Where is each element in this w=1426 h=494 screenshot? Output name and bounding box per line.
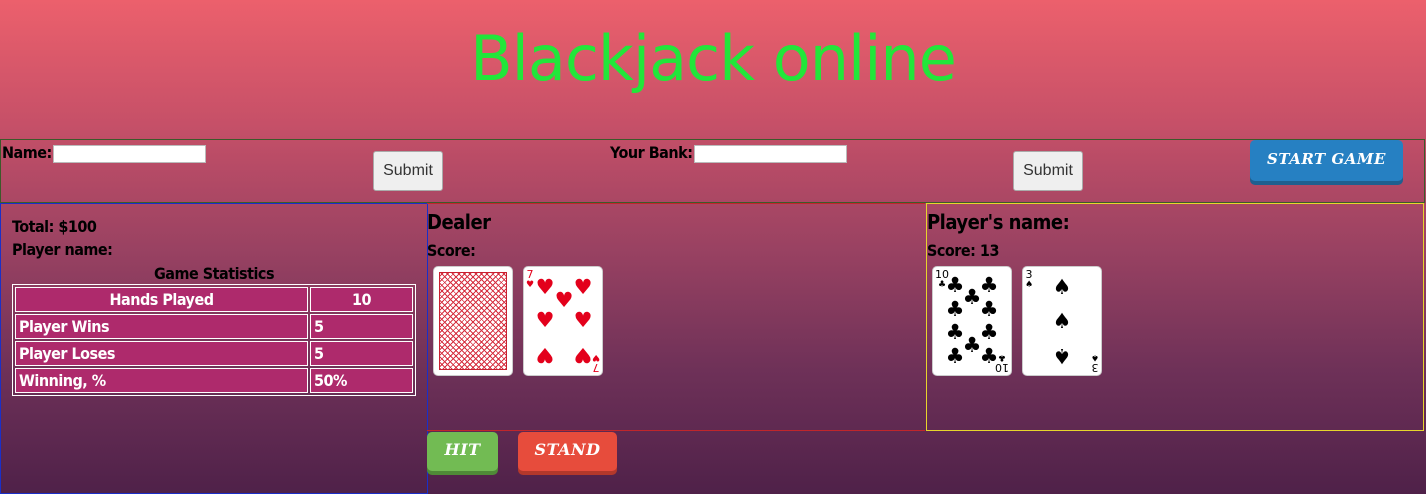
stat-value: 5 [310, 314, 413, 339]
card-rank: 3 [1091, 361, 1099, 374]
hearts-icon: ♥ [591, 352, 600, 362]
bank-label: Your Bank: [610, 143, 693, 162]
stat-value: 5 [310, 341, 413, 366]
dealer-card-face-down [433, 266, 513, 376]
bank-total: Total: $100 [12, 217, 97, 236]
clubs-icon: ♣ [945, 297, 965, 321]
spades-icon: ♠ [1052, 275, 1072, 299]
player-title: Player's name: [927, 210, 1070, 234]
player-score: Score: 13 [927, 241, 999, 260]
statistics-panel: Total: $100 Player name: Game Statistics… [0, 203, 428, 494]
player-card-ten-clubs: 10 ♣ ♣ ♣ ♣ ♣ ♣ ♣ ♣ ♣ ♣ ♣ 10 ♣ [932, 266, 1012, 376]
clubs-icon: ♣ [979, 297, 999, 321]
name-submit-button[interactable]: Submit [373, 151, 443, 191]
player-card-three-spades: 3 ♠ ♠ ♠ ♠ 3 ♠ [1022, 266, 1102, 376]
statistics-table: Hands Played 10 Player Wins 5 Player Los… [12, 284, 416, 396]
bank-submit-button[interactable]: Submit [1013, 151, 1083, 191]
card-rank: 10 [995, 361, 1009, 374]
start-game-button[interactable]: START GAME [1250, 140, 1403, 181]
table-row: Winning, % 50% [15, 368, 413, 393]
card-rank: 3 [1025, 268, 1033, 281]
card-back-pattern [439, 272, 507, 370]
stat-value: 10 [310, 287, 413, 312]
hearts-icon: ♥ [535, 308, 555, 332]
spades-icon: ♠ [1025, 280, 1034, 290]
table-row: Hands Played 10 [15, 287, 413, 312]
spades-icon: ♠ [1052, 309, 1072, 333]
hearts-icon: ♥ [573, 275, 593, 299]
app-title: Blackjack online [470, 22, 957, 95]
dealer-score: Score: [427, 241, 476, 260]
name-label: Name: [2, 143, 52, 162]
hearts-icon: ♥ [526, 280, 535, 290]
player-area: Player's name: Score: 13 10 ♣ ♣ ♣ ♣ ♣ ♣ … [926, 203, 1424, 431]
table-row: Player Wins 5 [15, 314, 413, 339]
hearts-icon: ♥ [535, 343, 555, 367]
bank-input[interactable] [694, 145, 847, 163]
table-row: Player Loses 5 [15, 341, 413, 366]
clubs-icon: ♣ [945, 344, 965, 368]
dealer-area: Dealer Score: 7 ♥ ♥ ♥ ♥ ♥ ♥ ♥ ♥ 7 ♥ [427, 203, 925, 431]
stat-label: Player Loses [15, 341, 308, 366]
hearts-icon: ♥ [573, 308, 593, 332]
setup-bar: Name: Submit Your Bank: Submit [0, 139, 1425, 203]
stat-label: Winning, % [15, 368, 308, 393]
stat-label: Player Wins [15, 314, 308, 339]
stand-button[interactable]: STAND [518, 432, 617, 471]
statistics-title: Game Statistics [153, 264, 275, 283]
stat-value: 50% [310, 368, 413, 393]
player-name-display: Player name: [12, 240, 113, 259]
spades-icon: ♠ [1052, 344, 1072, 368]
dealer-card-seven-hearts: 7 ♥ ♥ ♥ ♥ ♥ ♥ ♥ ♥ 7 ♥ [523, 266, 603, 376]
dealer-title: Dealer [427, 210, 491, 234]
hit-button[interactable]: HIT [427, 432, 498, 471]
spades-icon: ♠ [1090, 352, 1099, 362]
card-rank: 7 [592, 361, 600, 374]
hearts-icon: ♥ [554, 288, 574, 312]
name-input[interactable] [53, 145, 206, 163]
stat-label: Hands Played [15, 287, 308, 312]
hearts-icon: ♥ [573, 343, 593, 367]
card-rank: 7 [526, 268, 534, 281]
